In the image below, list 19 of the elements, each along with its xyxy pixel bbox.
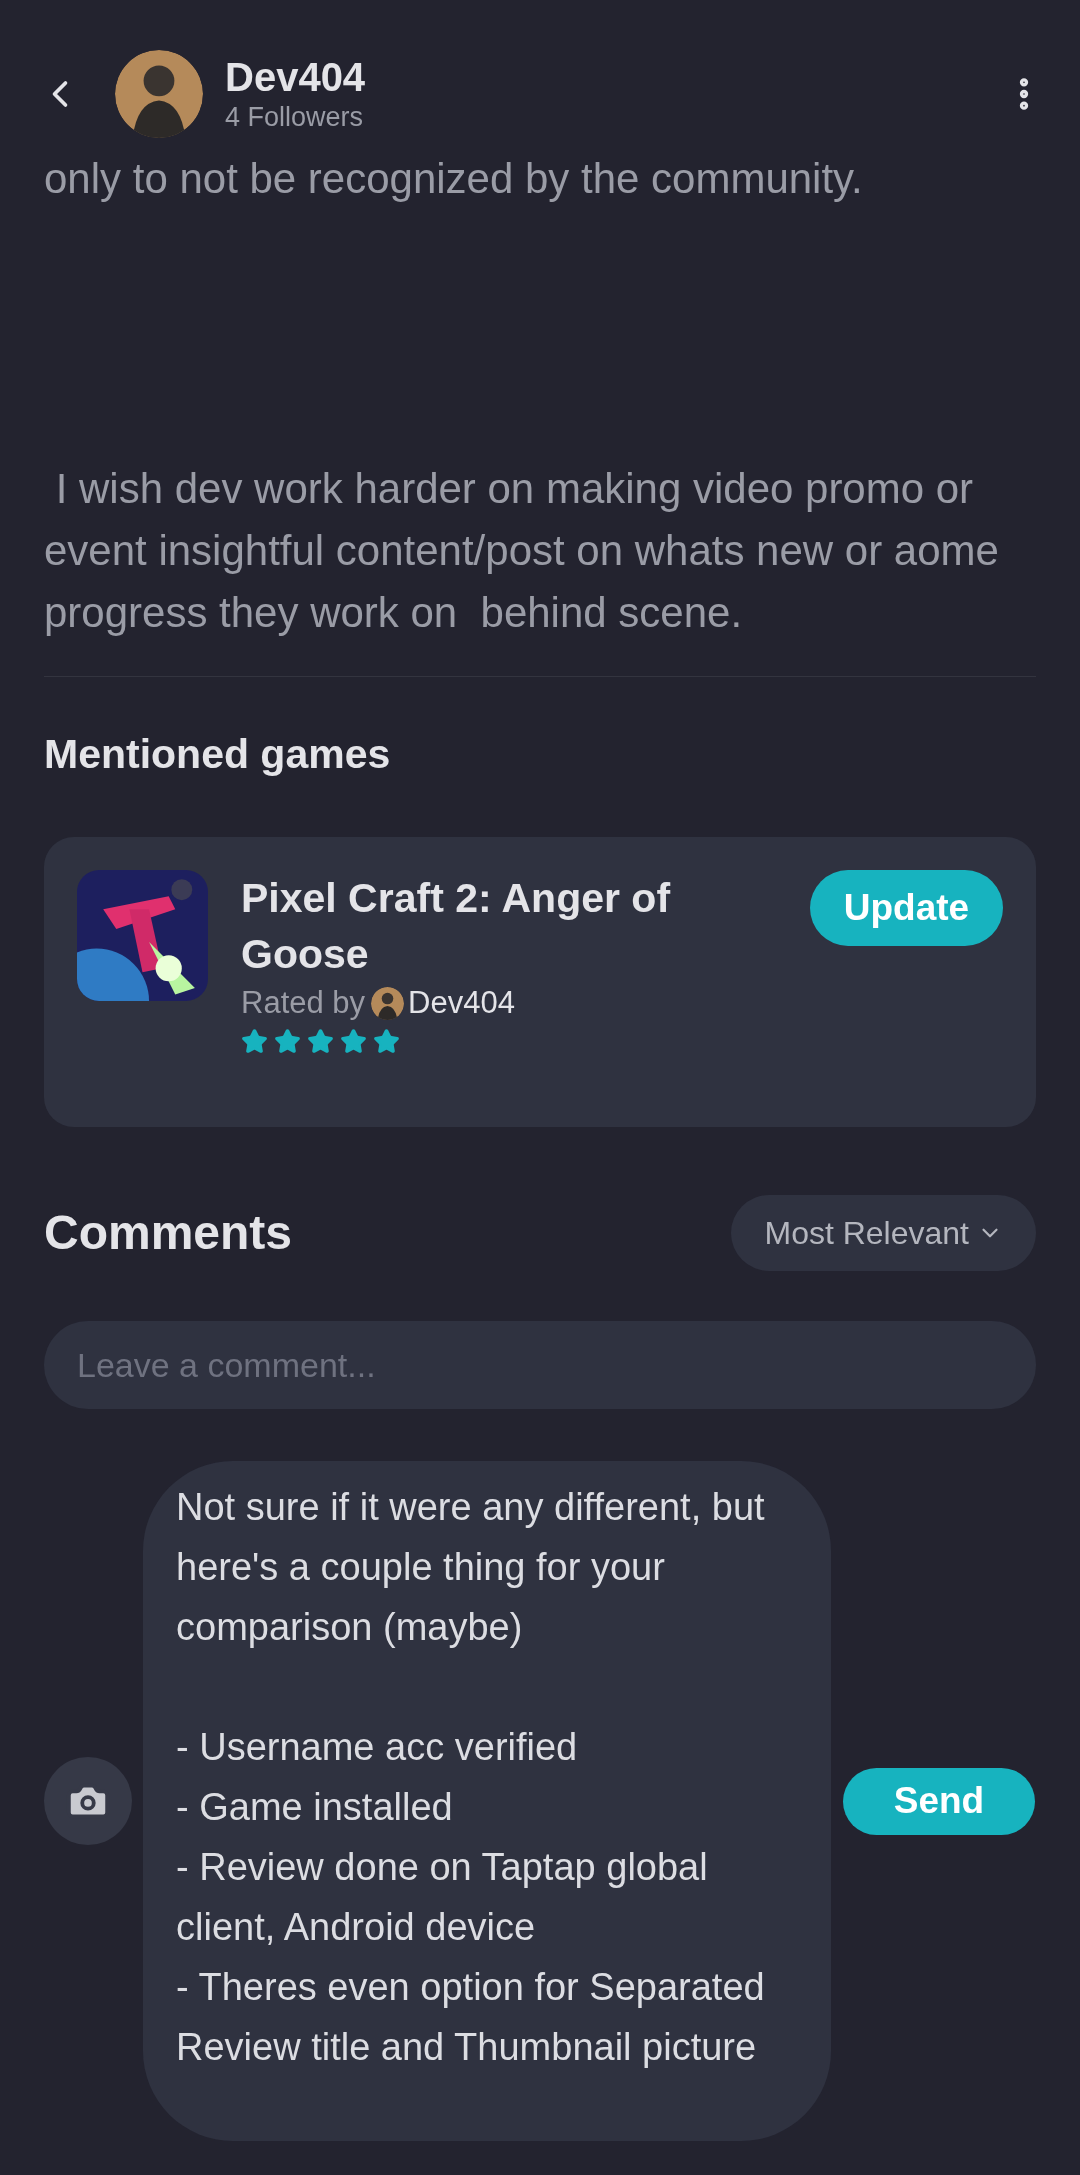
game-card[interactable]: Pixel Craft 2: Anger of Goose Rated by Dev404 Update	[44, 837, 1036, 1127]
follower-count: 4 Followers	[225, 101, 365, 134]
star-icon	[274, 1028, 301, 1055]
post-paragraph: only to not be recognized by the community.	[44, 154, 864, 204]
rated-by-label: Rated by	[241, 984, 366, 1022]
game-title: Pixel Craft 2: Anger of Goose	[241, 874, 672, 979]
star-icon	[307, 1028, 334, 1055]
star-icon	[340, 1028, 367, 1055]
star-icon	[241, 1028, 268, 1055]
sort-dropdown[interactable]: Most Relevant	[731, 1195, 1036, 1271]
rater-avatar	[371, 986, 405, 1020]
section-title: Comments	[44, 1205, 293, 1261]
section-title: Mentioned games	[44, 730, 392, 779]
comment-field[interactable]: Leave a comment...	[44, 1321, 1036, 1409]
comment-input-field[interactable]: Not sure if it were any different, but here's a couple thing for your comparison (maybe) - Username acc verified - Game installed - Review done on Taptap global client, Android device - Theres even option for Separated Review title and Thumbnail picture	[143, 1461, 831, 2141]
username: Dev404	[225, 54, 366, 100]
star-icon	[373, 1028, 400, 1055]
rater-name: Dev404	[408, 984, 515, 1022]
post-paragraph: I wish dev work harder on making video promo or event insightful content/post on whats new or aome progress they work on behind scene.	[44, 464, 1000, 638]
